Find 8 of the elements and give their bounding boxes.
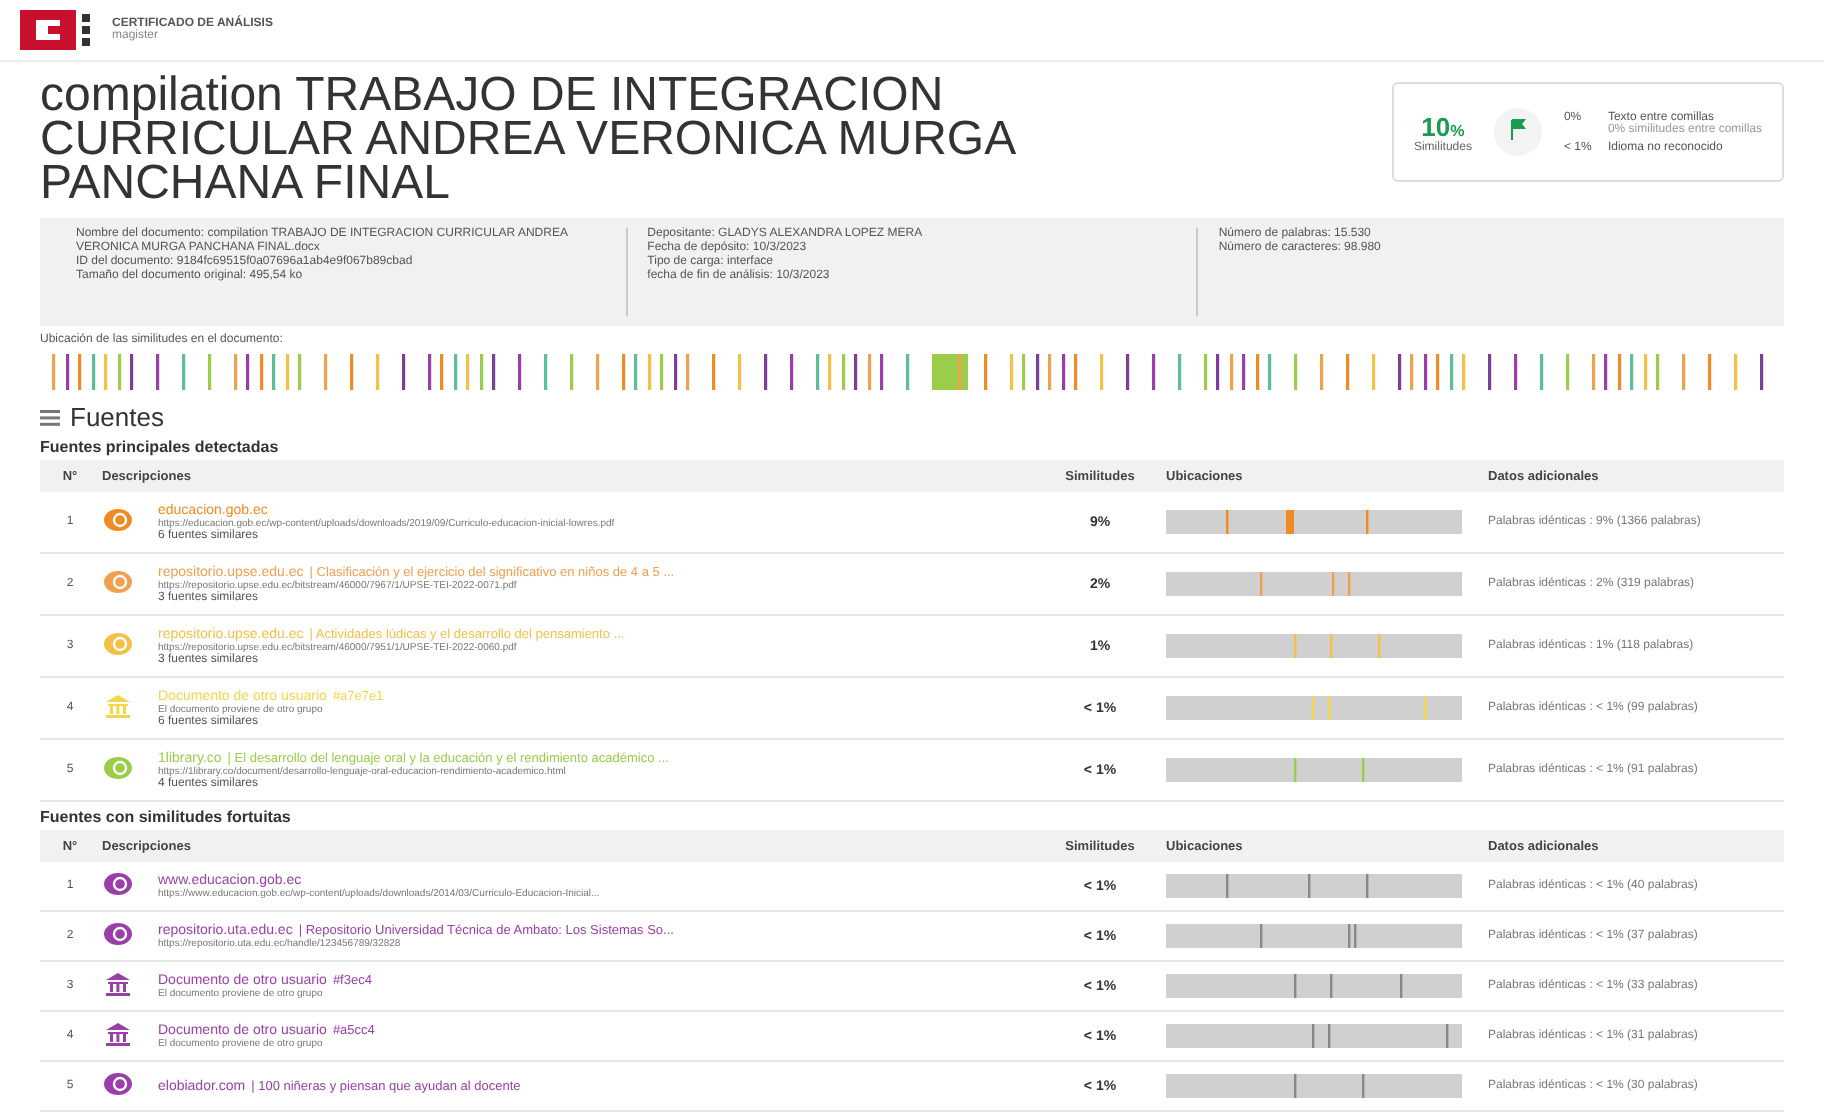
similarity-percent: 10%	[1421, 111, 1465, 141]
table-title: Fuentes principales detectadas	[40, 438, 281, 456]
table-title: Fuentes con similitudes fortuitas	[40, 808, 293, 826]
list-icon	[40, 409, 60, 425]
logo-icon	[20, 10, 96, 50]
sources-heading: Fuentes	[70, 402, 164, 432]
flag-icon	[1491, 106, 1544, 158]
document-title: compilation TRABAJO DE INTEGRACION CURRICULAR ANDREA VERONICA MURGA PANCHANA FINAL	[40, 74, 1017, 206]
